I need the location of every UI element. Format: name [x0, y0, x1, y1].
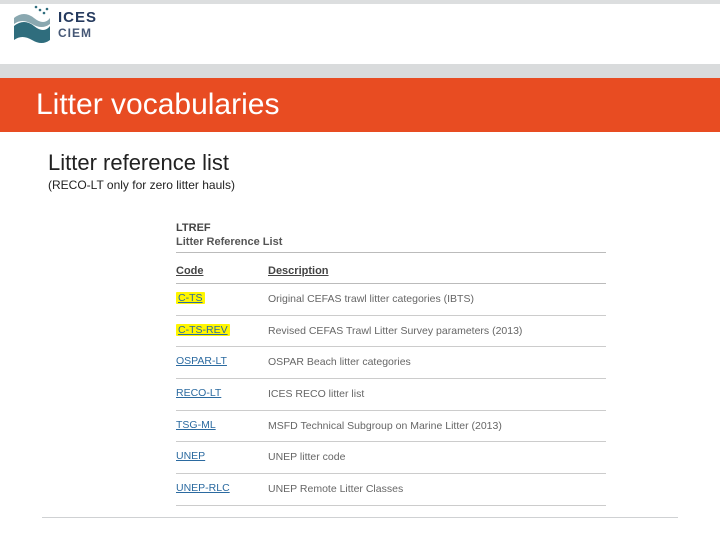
logo-line2: CIEM: [58, 27, 97, 39]
col-code-header: Code: [176, 265, 268, 277]
code-link[interactable]: C-TS: [176, 292, 205, 304]
ices-logo-icon: [12, 4, 52, 44]
slide: ICES CIEM Litter vocabularies Litter ref…: [0, 0, 720, 540]
table-code: LTREF: [176, 222, 211, 234]
page-title: Litter vocabularies: [36, 88, 279, 122]
desc-cell: Revised CEFAS Trawl Litter Survey parame…: [268, 324, 606, 339]
desc-cell: UNEP Remote Litter Classes: [268, 482, 606, 497]
code-cell: C-TS-REV: [176, 324, 268, 336]
table-row: RECO-LT ICES RECO litter list: [176, 379, 606, 411]
logo-line1: ICES: [58, 10, 97, 25]
reference-table: LTREF Litter Reference List Code Descrip…: [176, 220, 606, 506]
content: Litter reference list (RECO-LT only for …: [0, 132, 720, 506]
code-cell: UNEP-RLC: [176, 482, 268, 494]
logo-text: ICES CIEM: [58, 10, 97, 39]
desc-cell: Original CEFAS trawl litter categories (…: [268, 292, 606, 307]
table-row: TSG-ML MSFD Technical Subgroup on Marine …: [176, 411, 606, 443]
code-link[interactable]: UNEP: [176, 450, 205, 462]
logo: ICES CIEM: [12, 4, 720, 44]
table-subtitle: Litter Reference List: [176, 236, 606, 248]
desc-cell: ICES RECO litter list: [268, 387, 606, 402]
table-row: UNEP UNEP litter code: [176, 442, 606, 474]
table-row: C-TS Original CEFAS trawl litter categori…: [176, 284, 606, 316]
table-row: C-TS-REV Revised CEFAS Trawl Litter Surve…: [176, 316, 606, 348]
subheading: Litter reference list: [48, 150, 720, 176]
code-cell: C-TS: [176, 292, 268, 304]
desc-cell: UNEP litter code: [268, 450, 606, 465]
table-body: C-TS Original CEFAS trawl litter categori…: [176, 284, 606, 506]
subheading-note: (RECO-LT only for zero litter hauls): [48, 178, 720, 192]
title-bar: Litter vocabularies: [0, 78, 720, 132]
desc-cell: MSFD Technical Subgroup on Marine Litter…: [268, 419, 606, 434]
col-desc-header: Description: [268, 265, 606, 277]
code-link[interactable]: RECO-LT: [176, 387, 221, 399]
code-link[interactable]: TSG-ML: [176, 419, 216, 431]
code-link[interactable]: UNEP-RLC: [176, 482, 230, 494]
code-cell: TSG-ML: [176, 419, 268, 431]
table-row: UNEP-RLC UNEP Remote Litter Classes: [176, 474, 606, 506]
column-headers: Code Description: [176, 261, 606, 284]
grey-band: [0, 64, 720, 78]
table-header-block: LTREF Litter Reference List: [176, 220, 606, 261]
code-cell: RECO-LT: [176, 387, 268, 399]
table-row: OSPAR-LT OSPAR Beach litter categories: [176, 347, 606, 379]
footer-rule: [42, 517, 678, 518]
code-link[interactable]: OSPAR-LT: [176, 355, 227, 367]
logo-area: ICES CIEM: [0, 0, 720, 64]
code-cell: UNEP: [176, 450, 268, 462]
desc-cell: OSPAR Beach litter categories: [268, 355, 606, 370]
divider: [176, 252, 606, 253]
code-link[interactable]: C-TS-REV: [176, 324, 230, 336]
code-cell: OSPAR-LT: [176, 355, 268, 367]
